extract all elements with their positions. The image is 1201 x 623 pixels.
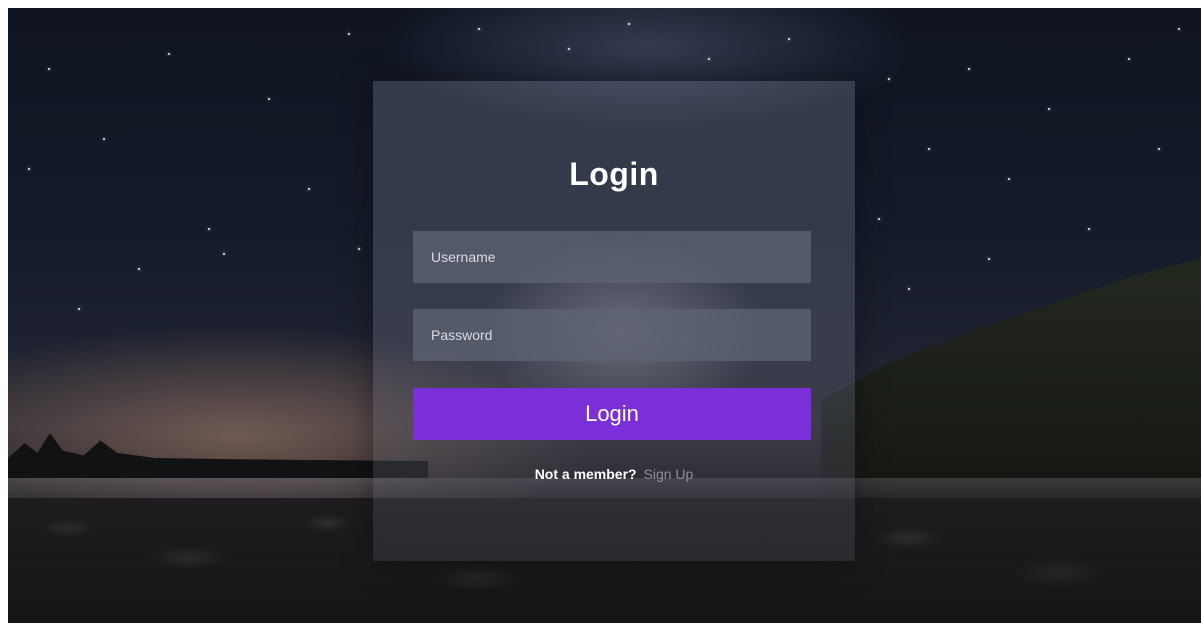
- star: [888, 78, 890, 80]
- password-input[interactable]: [413, 309, 811, 361]
- star: [928, 148, 930, 150]
- login-button[interactable]: Login: [413, 388, 811, 440]
- star: [78, 308, 80, 310]
- username-input[interactable]: [413, 231, 811, 283]
- star: [568, 48, 570, 50]
- star: [208, 228, 210, 230]
- star: [1048, 108, 1050, 110]
- star: [478, 28, 480, 30]
- treeline: [8, 433, 428, 478]
- star: [268, 98, 270, 100]
- star: [908, 288, 910, 290]
- login-title: Login: [569, 156, 659, 192]
- login-panel: Login Login Not a member? Sign Up: [373, 81, 855, 561]
- signup-row: Not a member? Sign Up: [373, 466, 855, 482]
- star: [968, 68, 970, 70]
- signup-link[interactable]: Sign Up: [644, 466, 694, 482]
- star: [358, 248, 360, 250]
- background-scene: Login Login Not a member? Sign Up: [8, 8, 1201, 623]
- star: [708, 58, 710, 60]
- star: [988, 258, 990, 260]
- signup-prompt: Not a member?: [534, 466, 637, 482]
- star: [348, 33, 350, 35]
- star: [1178, 28, 1180, 30]
- star: [1128, 58, 1130, 60]
- star: [1008, 178, 1010, 180]
- star: [48, 68, 50, 70]
- star: [28, 168, 30, 170]
- star: [628, 23, 630, 25]
- star: [168, 53, 170, 55]
- star: [878, 218, 880, 220]
- username-field[interactable]: [413, 231, 811, 283]
- star: [1088, 228, 1090, 230]
- star: [223, 253, 225, 255]
- password-field[interactable]: [413, 309, 811, 361]
- star: [1158, 148, 1160, 150]
- star: [103, 138, 105, 140]
- star: [308, 188, 310, 190]
- star: [138, 268, 140, 270]
- star: [788, 38, 790, 40]
